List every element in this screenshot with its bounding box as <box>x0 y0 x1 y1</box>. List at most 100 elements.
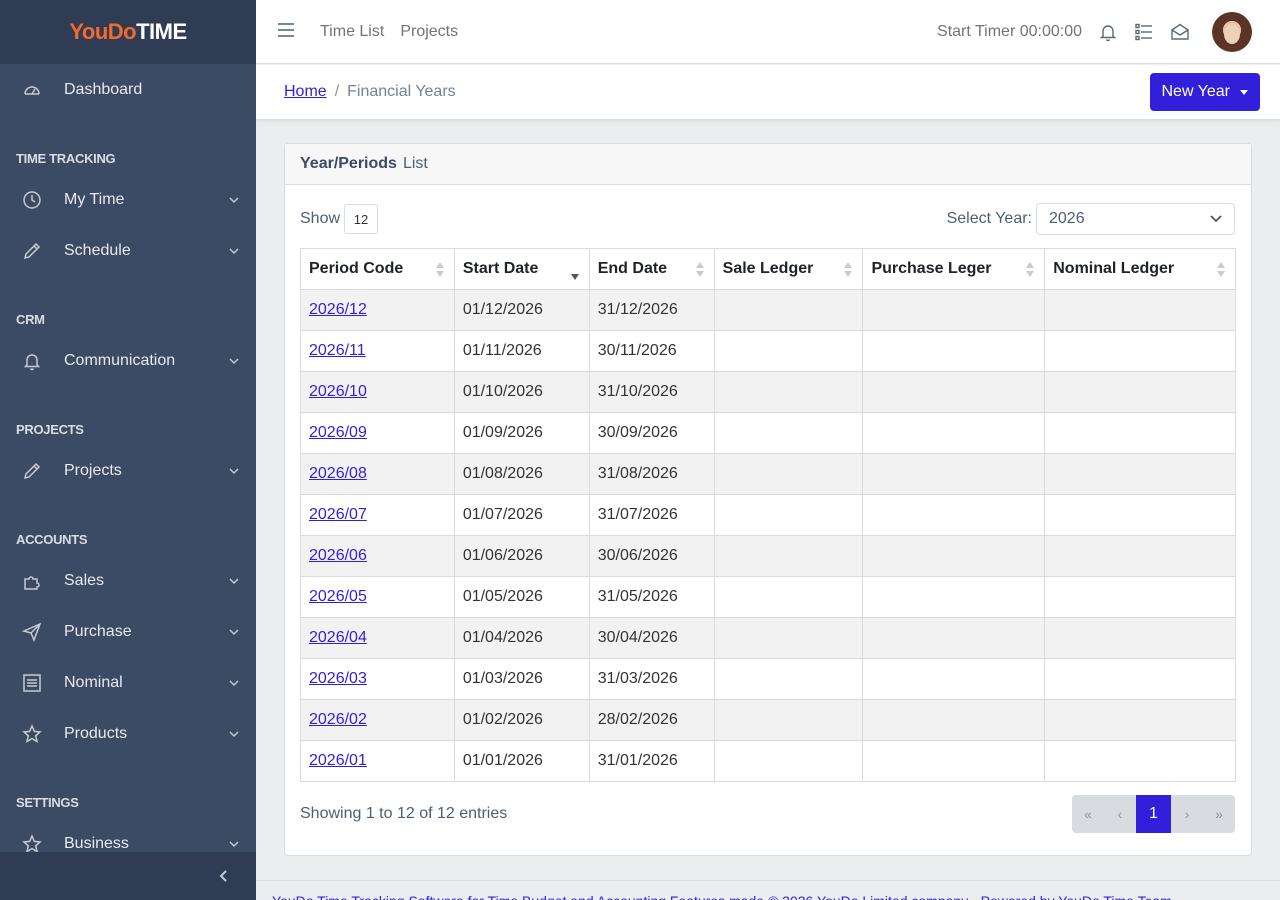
table-cell: 2026/06 <box>300 535 455 577</box>
table-cell: 30/09/2026 <box>588 412 715 454</box>
period-code-link[interactable]: 2026/03 <box>309 670 367 687</box>
table-cell: 31/01/2026 <box>588 740 715 782</box>
periods-table: Period Code Start Date End Date Sale Ledger… <box>300 248 1236 782</box>
column-header[interactable]: Purchase Leger <box>862 248 1046 290</box>
table-cell: 01/08/2026 <box>453 453 590 495</box>
table-cell <box>1044 617 1236 659</box>
table-cell <box>1044 453 1236 495</box>
column-header[interactable]: Sale Ledger <box>713 248 864 290</box>
table-cell: 31/08/2026 <box>588 453 715 495</box>
period-code-link[interactable]: 2026/04 <box>309 629 367 646</box>
sidebar-item-label: My Time <box>64 190 125 208</box>
column-header[interactable]: Period Code <box>300 248 455 290</box>
sidebar-item-business[interactable]: Business <box>0 818 256 852</box>
brand-logo-part1: YouDo <box>69 19 137 44</box>
period-code-link[interactable]: 2026/01 <box>309 752 367 769</box>
speedometer-icon <box>22 80 42 100</box>
period-code-link[interactable]: 2026/02 <box>309 711 367 728</box>
table-cell: 01/12/2026 <box>453 289 590 331</box>
table-cell: 31/10/2026 <box>588 371 715 413</box>
period-code-link[interactable]: 2026/11 <box>309 342 366 359</box>
top-header: Time List Projects Start Timer 00:00:00 <box>256 0 1280 64</box>
table-cell: 28/02/2026 <box>588 699 715 741</box>
pager-first[interactable]: « <box>1072 795 1104 833</box>
table-cell <box>1044 535 1236 577</box>
user-avatar[interactable] <box>1212 11 1252 52</box>
column-header[interactable]: Nominal Ledger <box>1044 248 1236 290</box>
sort-icon <box>570 265 579 281</box>
chevron-down-icon <box>228 245 240 257</box>
table-cell <box>1044 699 1236 741</box>
sort-icon <box>695 262 704 278</box>
period-code-link[interactable]: 2026/07 <box>309 506 367 523</box>
table-cell <box>713 699 864 741</box>
envelope-open-icon[interactable] <box>1170 22 1190 42</box>
table-row: 2026/01 01/01/2026 31/01/2026 <box>300 740 1236 782</box>
sidebar-item-label: Projects <box>64 461 122 479</box>
year-select[interactable]: 2026 <box>1036 203 1235 235</box>
pencil-icon <box>22 241 42 261</box>
table-cell <box>1044 658 1236 700</box>
table-controls: Show 12 Select Year: 2026 <box>300 203 1235 235</box>
table-cell <box>862 453 1046 495</box>
period-code-link[interactable]: 2026/10 <box>309 383 367 400</box>
table-cell: 31/03/2026 <box>588 658 715 700</box>
chevron-down-icon <box>228 355 240 367</box>
sidebar-item-projects[interactable]: Projects <box>0 445 256 496</box>
table-cell: 01/03/2026 <box>453 658 590 700</box>
sidebar-item-sales[interactable]: Sales <box>0 555 256 606</box>
period-code-link[interactable]: 2026/05 <box>309 588 367 605</box>
column-header-label: End Date <box>597 260 668 277</box>
hamburger-icon <box>278 22 294 37</box>
period-code-link[interactable]: 2026/09 <box>309 424 367 441</box>
sidebar-item-dashboard[interactable]: Dashboard <box>0 64 256 115</box>
sidebar-item-my-time[interactable]: My Time <box>0 174 256 225</box>
breadcrumb: Home / Financial Years <box>284 83 456 101</box>
sidebar-item-schedule[interactable]: Schedule <box>0 225 256 276</box>
bell-icon[interactable] <box>1098 22 1118 42</box>
star-icon <box>22 723 42 744</box>
period-code-link[interactable]: 2026/08 <box>309 465 367 482</box>
column-header[interactable]: Start Date <box>453 248 590 290</box>
star-icon <box>22 833 42 852</box>
sidebar-item-communication[interactable]: Communication <box>0 335 256 386</box>
select-year-label: Select Year: <box>946 210 1032 227</box>
list-icon[interactable] <box>1134 22 1154 42</box>
table-row: 2026/10 01/10/2026 31/10/2026 <box>300 371 1236 413</box>
header-nav-projects[interactable]: Projects <box>400 23 458 41</box>
start-timer-link[interactable]: Start Timer 00:00:00 <box>937 23 1082 41</box>
column-header[interactable]: End Date <box>588 248 715 290</box>
table-cell <box>1044 494 1236 536</box>
column-header-label: Sale Ledger <box>722 260 814 277</box>
sidebar-item-products[interactable]: Products <box>0 708 256 759</box>
pager-prev[interactable]: ‹ <box>1104 795 1136 833</box>
pager-page-1[interactable]: 1 <box>1136 795 1171 833</box>
breadcrumb-current: Financial Years <box>347 83 456 100</box>
chevron-down-icon <box>228 465 240 477</box>
sidebar-item-purchase[interactable]: Purchase <box>0 606 256 657</box>
brand-logo[interactable]: YouDo TIME <box>0 0 256 64</box>
table-cell <box>1044 740 1236 782</box>
header-nav-time-list[interactable]: Time List <box>320 23 384 41</box>
table-cell <box>713 453 864 495</box>
sidebar-item-label: Sales <box>64 571 105 589</box>
table-row: 2026/07 01/07/2026 31/07/2026 <box>300 494 1236 536</box>
sidebar-toggle-button[interactable] <box>278 22 294 41</box>
sidebar-item-nominal[interactable]: Nominal <box>0 657 256 708</box>
table-cell: 30/04/2026 <box>588 617 715 659</box>
table-cell: 01/02/2026 <box>453 699 590 741</box>
page-size-select[interactable]: 12 <box>344 204 379 234</box>
table-cell: 2026/07 <box>300 494 455 536</box>
sidebar-minimize-button[interactable] <box>0 852 256 900</box>
pager-next[interactable]: › <box>1171 795 1203 833</box>
table-cell: 2026/11 <box>300 330 455 372</box>
period-code-link[interactable]: 2026/12 <box>309 301 367 318</box>
breadcrumb-home[interactable]: Home <box>284 83 327 101</box>
period-code-link[interactable]: 2026/06 <box>309 547 367 564</box>
show-label: Show <box>300 210 341 227</box>
new-year-button[interactable]: New Year <box>1149 73 1260 111</box>
pager-last[interactable]: » <box>1203 795 1235 833</box>
chevron-down-icon <box>228 626 240 638</box>
column-header-label: Purchase Leger <box>871 260 992 277</box>
chevron-down-icon <box>228 194 240 206</box>
